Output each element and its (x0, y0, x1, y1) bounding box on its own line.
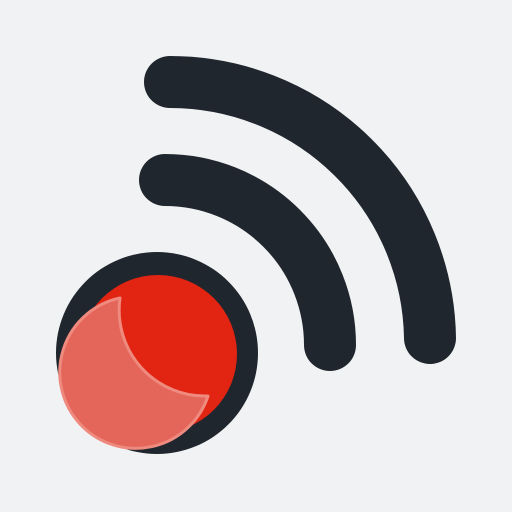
rss-feed-icon (56, 56, 456, 454)
icon-canvas (0, 0, 512, 512)
